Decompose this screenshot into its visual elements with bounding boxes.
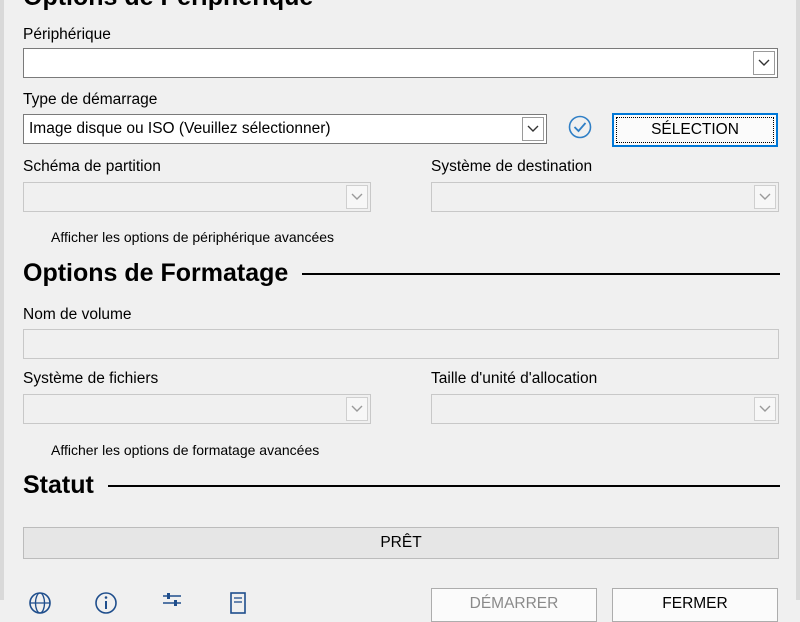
start-button-label: DÉMARRER	[469, 595, 559, 612]
cluster-size-label: Taille d'unité d'allocation	[431, 370, 598, 387]
close-button[interactable]: FERMER	[612, 588, 778, 622]
volume-label-input[interactable]	[23, 329, 779, 359]
device-advanced-options-toggle[interactable]: Afficher les options de périphérique ava…	[51, 229, 334, 245]
start-button[interactable]: DÉMARRER	[431, 588, 597, 622]
status-title: Statut	[23, 471, 94, 499]
device-dropdown[interactable]	[23, 48, 778, 78]
focus-ring	[616, 117, 774, 143]
boot-type-dropdown-value: Image disque ou ISO (Veuillez sélectionn…	[29, 120, 331, 137]
chevron-down-icon[interactable]	[754, 397, 776, 421]
close-button-label: FERMER	[662, 595, 728, 612]
device-options-title: Options de Périphérique	[23, 0, 313, 12]
target-system-dropdown[interactable]	[431, 182, 779, 212]
format-options-title: Options de Formatage	[23, 259, 289, 287]
globe-icon[interactable]	[27, 590, 53, 616]
partition-scheme-label: Schéma de partition	[23, 158, 161, 175]
settings-sliders-icon[interactable]	[159, 590, 185, 616]
status-heading: Statut	[23, 471, 780, 500]
chevron-down-icon[interactable]	[346, 397, 368, 421]
info-icon[interactable]	[93, 590, 119, 616]
status-divider	[107, 484, 780, 487]
window-right-border	[796, 0, 800, 600]
volume-label-label: Nom de volume	[23, 306, 132, 323]
status-progress-bar: PRÊT	[23, 527, 779, 559]
chevron-down-icon[interactable]	[346, 185, 368, 209]
file-system-dropdown[interactable]	[23, 394, 371, 424]
check-hash-icon[interactable]	[567, 114, 593, 140]
chevron-down-icon[interactable]	[753, 51, 775, 75]
chevron-down-icon[interactable]	[754, 185, 776, 209]
select-image-button[interactable]: SÉLECTION	[612, 113, 778, 147]
cluster-size-dropdown[interactable]	[431, 394, 779, 424]
format-options-heading: Options de Formatage	[23, 259, 780, 288]
window-left-border	[0, 0, 4, 600]
partition-scheme-dropdown[interactable]	[23, 182, 371, 212]
format-options-divider	[302, 272, 780, 275]
status-progress-text: PRÊT	[380, 534, 422, 551]
file-system-label: Système de fichiers	[23, 370, 159, 387]
format-advanced-options-toggle[interactable]: Afficher les options de formatage avancé…	[51, 442, 319, 458]
chevron-down-icon[interactable]	[522, 117, 544, 141]
device-label: Périphérique	[23, 26, 111, 43]
boot-type-label: Type de démarrage	[23, 91, 158, 108]
device-options-heading: Options de Périphérique	[23, 0, 780, 12]
boot-type-dropdown[interactable]: Image disque ou ISO (Veuillez sélectionn…	[23, 114, 547, 144]
target-system-label: Système de destination	[431, 158, 593, 175]
log-icon[interactable]	[225, 590, 251, 616]
